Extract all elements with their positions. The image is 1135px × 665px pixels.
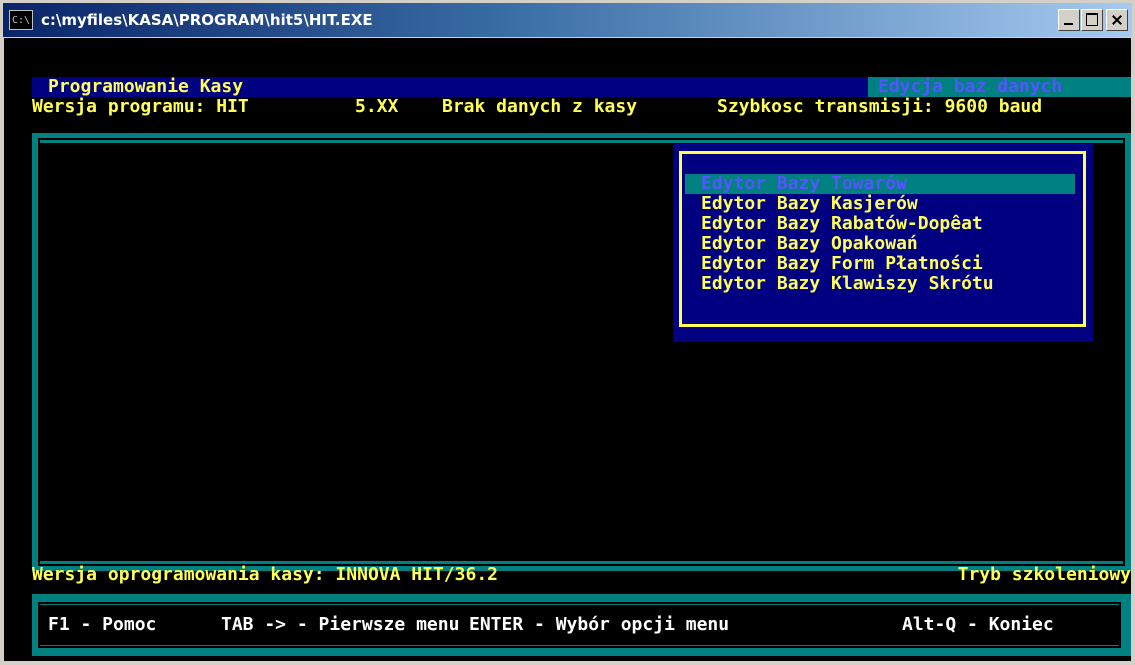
title-bar[interactable]: C:\ c:\myfiles\KASA\PROGRAM\hit5\HIT.EXE bbox=[3, 3, 1132, 37]
firmware-version: Wersja oprogramowania kasy: INNOVA HIT/3… bbox=[32, 564, 498, 585]
menu-item-discounts[interactable]: Edytor Bazy Rabatów-Dopêat bbox=[701, 214, 983, 234]
menu-item-products[interactable]: Edytor Bazy Towarów bbox=[685, 174, 1075, 194]
program-title: Programowanie Kasy bbox=[48, 76, 244, 97]
database-menu: Edytor Bazy Towarów Edytor Bazy Kasjerów… bbox=[673, 144, 1093, 342]
header-bar: Programowanie Kasy Edycja baz danych bbox=[32, 77, 1131, 97]
status-bar: Wersja oprogramowania kasy: INNOVA HIT/3… bbox=[32, 565, 1131, 585]
version-label: Wersja programu: HIT bbox=[32, 96, 249, 117]
minimize-icon[interactable] bbox=[1058, 9, 1080, 31]
quit-hint[interactable]: Alt-Q - Koniec bbox=[902, 615, 1054, 635]
maximize-icon[interactable] bbox=[1081, 9, 1103, 31]
baud-rate: Szybkosc transmisji: 9600 baud bbox=[717, 96, 1043, 117]
console-screen[interactable]: Programowanie Kasy Edycja baz danych Wer… bbox=[4, 38, 1131, 661]
menu-item-packaging[interactable]: Edytor Bazy Opakowań bbox=[701, 234, 918, 254]
window-title: c:\myfiles\KASA\PROGRAM\hit5\HIT.EXE bbox=[41, 11, 373, 29]
footer-panel: F1 - Pomoc TAB -> - Pierwsze menu ENTER … bbox=[32, 594, 1131, 656]
mode-label: Edycja baz danych bbox=[868, 77, 1131, 97]
menu-item-payment-forms[interactable]: Edytor Bazy Form Płatności bbox=[701, 254, 983, 274]
menu-item-shortcut-keys[interactable]: Edytor Bazy Klawiszy Skrótu bbox=[701, 274, 994, 294]
data-status: Brak danych z kasy bbox=[442, 96, 638, 117]
training-mode-label: Tryb szkoleniowy bbox=[957, 564, 1131, 585]
console-icon[interactable]: C:\ bbox=[9, 10, 33, 30]
footer-hints: F1 - Pomoc TAB -> - Pierwsze menu ENTER … bbox=[40, 605, 1119, 645]
select-option-hint[interactable]: ENTER - Wybór opcji menu bbox=[469, 615, 729, 635]
version-value: 5.XX bbox=[355, 96, 399, 117]
menu-item-cashiers[interactable]: Edytor Bazy Kasjerów bbox=[701, 194, 918, 214]
first-menu-hint[interactable]: TAB -> - Pierwsze menu bbox=[221, 615, 459, 635]
help-hint[interactable]: F1 - Pomoc bbox=[48, 615, 156, 635]
info-bar: Wersja programu: HIT 5.XX Brak danych z … bbox=[32, 97, 1131, 117]
console-window: C:\ c:\myfiles\KASA\PROGRAM\hit5\HIT.EXE… bbox=[0, 0, 1135, 665]
close-icon[interactable] bbox=[1106, 9, 1128, 31]
window-controls bbox=[1057, 9, 1128, 31]
